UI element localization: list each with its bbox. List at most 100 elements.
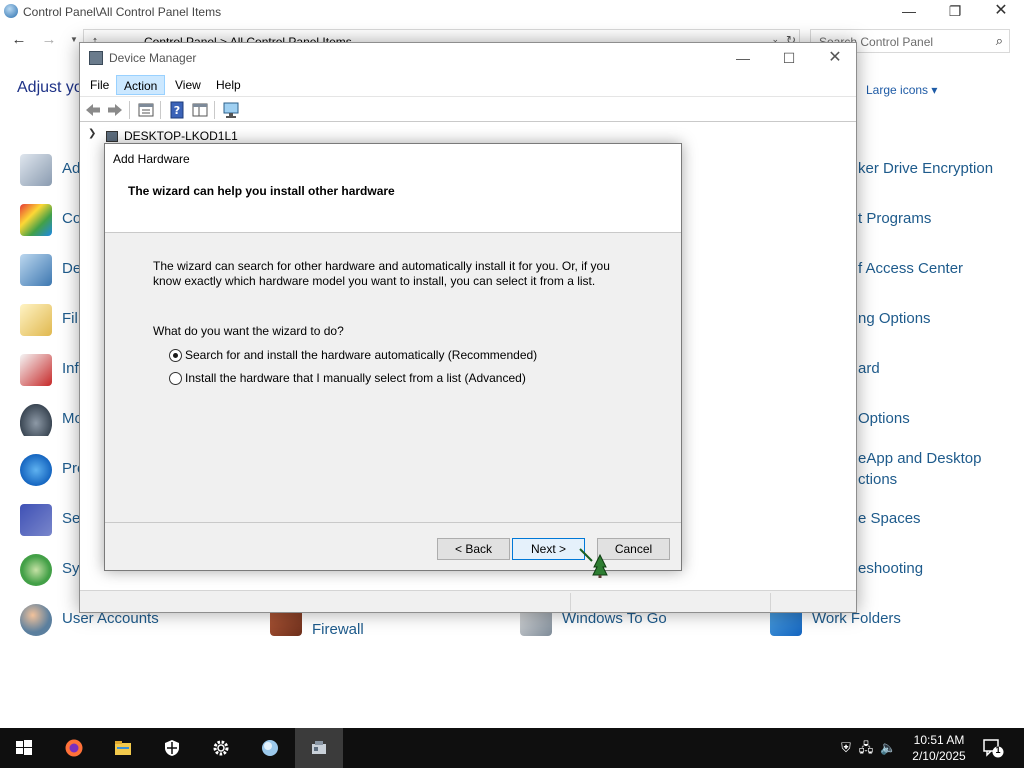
toolbar-divider [214, 101, 215, 119]
security-maintenance-icon [20, 504, 52, 536]
network-icon[interactable]: 🖧 [858, 740, 874, 756]
firefox-icon [65, 739, 83, 757]
control-panel-icon [262, 740, 278, 756]
tree-root-label[interactable]: DESKTOP-LKOD1L1 [124, 129, 238, 143]
wizard-question: What do you want the wizard to do? [153, 324, 344, 338]
dialog-titlebar[interactable]: Add Hardware [105, 144, 681, 172]
sync-center-icon [20, 554, 52, 586]
cp-item-label: Firewall [312, 621, 364, 638]
menu-view[interactable]: View [168, 75, 208, 95]
cp-item-label[interactable]: t Programs [858, 210, 931, 227]
notification-count-badge: 1 [995, 745, 1001, 755]
scan-hardware-icon[interactable] [222, 101, 240, 119]
radio-button[interactable] [169, 372, 182, 385]
taskbar-firefox[interactable] [50, 728, 98, 768]
forward-arrow-icon[interactable]: → [39, 30, 59, 50]
taskbar-control-panel[interactable] [246, 728, 294, 768]
clock-time: 10:51 AM [913, 733, 965, 747]
search-icon[interactable]: ⌕ [996, 33, 1003, 49]
cp-item-label[interactable]: Ad [62, 160, 80, 177]
device-manager-icon [89, 51, 103, 65]
control-panel-title: Control Panel\All Control Panel Items [23, 5, 222, 19]
security-alert-icon[interactable]: ⛨ [838, 740, 854, 756]
svg-text:?: ? [174, 104, 180, 117]
menu-action[interactable]: Action [116, 75, 166, 95]
cp-item-label[interactable]: Options [858, 410, 910, 427]
menu-help[interactable]: Help [209, 75, 248, 95]
minimize-button[interactable]: — [720, 47, 766, 69]
close-button[interactable]: ✕ [978, 0, 1024, 24]
cp-item-label[interactable]: ard [858, 360, 880, 377]
color-management-icon [20, 204, 52, 236]
cp-item-label[interactable]: eshooting [858, 560, 923, 577]
taskbar-settings[interactable] [197, 728, 245, 768]
programs-icon [20, 454, 52, 486]
cp-item-label[interactable]: ker Drive Encryption [858, 160, 993, 177]
wizard-description: The wizard can search for other hardware… [153, 259, 610, 288]
wizard-body: The wizard can search for other hardware… [105, 234, 681, 522]
action-center-button[interactable]: 1 [982, 738, 1004, 758]
cp-item-label[interactable]: e Spaces [858, 510, 921, 527]
dialog-title: Add Hardware [113, 152, 190, 166]
back-button[interactable]: < Back [437, 538, 510, 560]
device-manager-icon [20, 254, 52, 286]
control-panel-icon [4, 4, 18, 18]
cursor-icon [579, 548, 608, 578]
device-manager-icon [312, 741, 326, 754]
taskbar-windows-security[interactable] [148, 728, 196, 768]
view-details-icon[interactable] [191, 101, 209, 119]
maximize-button[interactable]: ❐ [932, 0, 978, 24]
clock-date: 2/10/2025 [912, 749, 966, 763]
file-explorer-options-icon [20, 304, 52, 336]
menu-file[interactable]: File [83, 75, 116, 95]
cp-item-label[interactable]: Inf [62, 360, 79, 377]
cp-item-label[interactable]: ctions [858, 471, 897, 488]
radio-button-selected[interactable] [169, 349, 182, 362]
device-manager-title: Device Manager [109, 51, 197, 65]
taskbar-clock[interactable]: 10:51 AM 2/10/2025 [904, 732, 974, 764]
radio-label-automatic[interactable]: Search for and install the hardware auto… [185, 348, 537, 362]
back-arrow-icon[interactable]: ← [9, 30, 29, 50]
maximize-button[interactable]: ☐ [766, 47, 812, 69]
back-arrow-icon[interactable] [84, 101, 102, 119]
settings-icon [213, 740, 229, 756]
properties-icon[interactable] [137, 101, 155, 119]
view-by-value: Large icons [866, 83, 929, 97]
toolbar-divider [129, 101, 130, 119]
system-tray: ⛨ 🖧 🔈 [836, 728, 900, 768]
toolbar: ? [80, 96, 856, 122]
next-button[interactable]: Next > [512, 538, 585, 560]
taskbar-file-explorer[interactable] [99, 728, 147, 768]
add-hardware-dialog: Add Hardware The wizard can help you ins… [104, 143, 682, 571]
device-manager-titlebar[interactable]: Device Manager — ☐ ✕ [80, 43, 856, 73]
cp-item-label[interactable]: f Access Center [858, 260, 963, 277]
start-button[interactable] [0, 728, 48, 768]
minimize-button[interactable]: — [886, 0, 932, 24]
help-icon[interactable]: ? [168, 101, 186, 119]
expand-chevron-icon[interactable]: ❯ [88, 128, 96, 139]
cp-item-label[interactable]: Fil [62, 310, 78, 327]
page-heading: Adjust yo [17, 79, 83, 96]
administrative-tools-icon [20, 154, 52, 186]
toolbar-divider [160, 101, 161, 119]
menu-bar: File Action View Help [80, 73, 856, 95]
status-divider [570, 593, 571, 611]
close-button[interactable]: ✕ [812, 47, 858, 69]
dialog-divider [105, 522, 681, 523]
cp-item-label[interactable]: Sy [62, 560, 80, 577]
cp-item-label[interactable]: ng Options [858, 310, 931, 327]
file-explorer-icon [115, 741, 131, 755]
status-divider [770, 593, 771, 611]
user-accounts-icon [20, 604, 52, 636]
wizard-header: The wizard can help you install other ha… [105, 172, 681, 233]
cp-item-label[interactable]: Se [62, 510, 80, 527]
control-panel-titlebar: Control Panel\All Control Panel Items — … [0, 0, 1024, 24]
forward-arrow-icon[interactable] [106, 101, 124, 119]
mouse-icon [20, 404, 52, 436]
view-by-dropdown[interactable]: Large icons ▾ [866, 83, 937, 97]
status-bar [80, 590, 856, 612]
radio-label-manual[interactable]: Install the hardware that I manually sel… [185, 371, 526, 385]
taskbar-device-manager[interactable] [295, 728, 343, 768]
volume-icon[interactable]: 🔈 [880, 740, 896, 756]
cp-item-label[interactable]: eApp and Desktop [858, 450, 981, 467]
